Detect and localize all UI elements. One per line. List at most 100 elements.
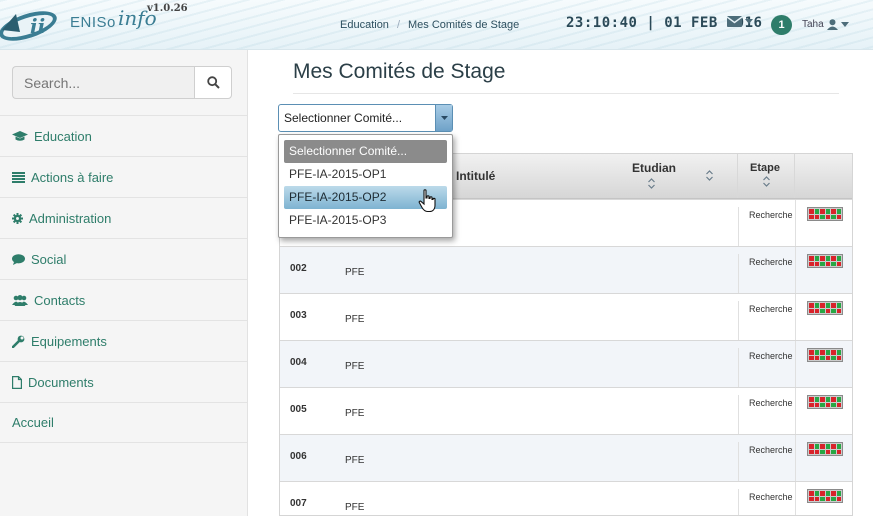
table-row[interactable]: 003 PFE Recherche PFE <box>280 293 852 341</box>
row-status <box>795 247 852 294</box>
status-progress-grid <box>807 395 843 409</box>
app-version: v1.0.26 <box>147 3 188 14</box>
search-input[interactable] <box>12 66 194 99</box>
sidebar-item-social[interactable]: Social <box>0 238 247 279</box>
committee-dropdown-list: Selectionner Comité... PFE-IA-2015-OP1 P… <box>278 134 453 238</box>
table-row[interactable]: 002 PFE Recherche PFE <box>280 246 852 294</box>
status-progress-grid <box>807 207 843 221</box>
row-status <box>795 435 852 482</box>
breadcrumb-item-education[interactable]: Education <box>340 19 389 31</box>
search-icon <box>206 76 220 89</box>
envelope-icon <box>727 16 742 27</box>
row-etape: Recherche PFE <box>738 301 795 341</box>
logo[interactable]: ii ENISo info v1.0.26 <box>0 2 200 48</box>
sidebar-item-label: Contacts <box>34 292 86 308</box>
breadcrumb: Education / Mes Comités de Stage <box>340 19 519 31</box>
main-content: Mes Comités de Stage Selectionner Comité… <box>248 50 873 516</box>
column-divider <box>794 154 795 198</box>
row-title: PFE <box>345 267 365 278</box>
status-progress-grid <box>807 301 843 315</box>
column-header-intitule[interactable]: Intitulé <box>456 169 495 183</box>
sidebar-item-label: Administration <box>29 210 112 226</box>
row-etape: Recherche PFE <box>738 489 795 515</box>
row-status <box>795 200 852 247</box>
sidebar: Education Actions à faire Administration… <box>0 50 248 516</box>
caret-down-icon <box>440 116 448 120</box>
graduation-cap-icon <box>12 130 28 141</box>
sidebar-item-accueil[interactable]: Accueil <box>0 402 247 443</box>
caret-down-icon <box>840 22 849 27</box>
wrench-icon <box>12 335 25 348</box>
row-id: 004 <box>290 357 307 368</box>
row-id: 006 <box>290 451 307 462</box>
select-arrow-button[interactable] <box>435 105 452 131</box>
row-etape: Recherche PFE <box>738 395 795 435</box>
notification-badge[interactable]: 1 <box>771 15 792 35</box>
comment-icon <box>12 253 25 265</box>
gear-icon <box>12 212 23 224</box>
row-id: 005 <box>290 404 307 415</box>
user-menu[interactable]: Taha <box>802 19 849 30</box>
status-progress-grid <box>807 254 843 268</box>
sort-icon[interactable] <box>763 176 770 187</box>
table-row[interactable]: 004 PFE Recherche PFE <box>280 340 852 388</box>
row-id: 002 <box>290 263 307 274</box>
sidebar-item-label: Education <box>34 128 92 144</box>
sidebar-item-label: Social <box>31 251 67 267</box>
committee-select-value: Selectionner Comité... <box>284 111 403 125</box>
sidebar-nav: Education Actions à faire Administration… <box>0 115 247 443</box>
sidebar-item-actions[interactable]: Actions à faire <box>0 156 247 197</box>
sidebar-item-label: Accueil <box>12 415 54 430</box>
top-bar: ii ENISo info v1.0.26 Education / Mes Co… <box>0 0 873 50</box>
row-status <box>795 482 852 515</box>
sidebar-item-label: Documents <box>28 374 94 390</box>
sidebar-item-education[interactable]: Education <box>0 115 247 156</box>
file-icon <box>12 375 22 389</box>
row-status <box>795 388 852 435</box>
dropdown-option-placeholder: Selectionner Comité... <box>284 140 447 163</box>
row-etape: Recherche PFE <box>738 254 795 294</box>
sidebar-item-documents[interactable]: Documents <box>0 361 247 402</box>
sidebar-item-label: Equipements <box>31 333 107 349</box>
row-id: 007 <box>290 498 307 509</box>
column-divider <box>737 154 738 198</box>
logo-mark-icon: ii <box>0 11 57 41</box>
page-title: Mes Comités de Stage <box>293 60 506 83</box>
column-header-etape[interactable]: Etape <box>750 162 780 174</box>
svg-text:ii: ii <box>30 14 45 38</box>
sidebar-item-equipements[interactable]: Equipements <box>0 320 247 361</box>
table-row[interactable]: 007 PFE Recherche PFE <box>280 481 852 515</box>
user-name: Taha <box>802 19 824 30</box>
sidebar-item-administration[interactable]: Administration <box>0 197 247 238</box>
dropdown-option[interactable]: PFE-IA-2015-OP1 <box>284 163 447 186</box>
row-title: PFE <box>345 502 365 513</box>
column-header-etudiant[interactable]: Etudian <box>632 161 676 175</box>
row-status <box>795 341 852 388</box>
caret-down-icon <box>745 19 753 24</box>
committee-select[interactable]: Selectionner Comité... <box>278 104 453 132</box>
breadcrumb-item-current: Mes Comités de Stage <box>408 19 520 31</box>
status-progress-grid <box>807 348 843 362</box>
row-title: PFE <box>345 408 365 419</box>
sidebar-item-contacts[interactable]: Contacts <box>0 279 247 320</box>
status-progress-grid <box>807 442 843 456</box>
breadcrumb-separator: / <box>396 19 400 31</box>
messages-dropdown[interactable] <box>727 16 753 27</box>
status-progress-grid <box>807 489 843 503</box>
list-icon <box>12 171 25 183</box>
row-etape: Recherche PFE <box>738 207 795 247</box>
hand-cursor-icon <box>418 189 436 213</box>
sort-icon[interactable] <box>648 178 655 189</box>
row-title: PFE <box>345 455 365 466</box>
search-button[interactable] <box>194 66 232 99</box>
sort-icon[interactable] <box>706 170 713 181</box>
table-row[interactable]: 006 PFE Recherche PFE <box>280 434 852 482</box>
users-icon <box>12 294 28 306</box>
row-status <box>795 294 852 341</box>
row-title: PFE <box>345 314 365 325</box>
table-row[interactable]: 005 PFE Recherche PFE <box>280 387 852 435</box>
user-icon <box>826 19 838 30</box>
sidebar-item-label: Actions à faire <box>31 169 114 185</box>
row-etape: Recherche PFE <box>738 348 795 388</box>
row-id: 003 <box>290 310 307 321</box>
